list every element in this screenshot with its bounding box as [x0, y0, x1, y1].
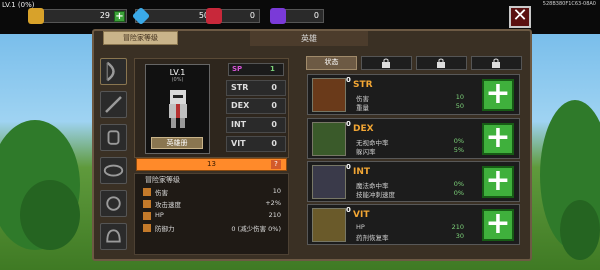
add-int-button[interactable]: +: [482, 166, 514, 198]
glove-icon: [107, 130, 120, 145]
stat-row-vit: VIT 0: [226, 136, 286, 152]
ring-icon: [106, 196, 121, 211]
str-torch-icon: [312, 78, 346, 112]
sp-value: 1: [270, 65, 275, 73]
add-gold-button[interactable]: +: [114, 11, 125, 22]
sidebar-sword-button[interactable]: [100, 91, 127, 118]
info-row-defense: 防御力 0 (减少伤害 0%): [143, 223, 283, 233]
stat-row-str: STR 0: [226, 80, 286, 96]
hero-book-button[interactable]: 英雄册: [151, 137, 203, 149]
hp-icon: [143, 212, 151, 220]
tab-hero[interactable]: 英雄: [250, 31, 368, 46]
helmet-icon: [106, 229, 121, 243]
attribute-name-int: INT: [353, 167, 371, 177]
bow-icon: [106, 61, 115, 82]
add-dex-button[interactable]: +: [482, 123, 514, 155]
stat-row-int: INT 0: [226, 117, 286, 133]
stat-row-dex: DEX 0: [226, 98, 286, 114]
adventure-progress-value: 13: [207, 160, 216, 168]
int-wizard-icon: [312, 165, 346, 199]
purple-gem-counter: 0: [270, 8, 324, 24]
sword-icon: [105, 96, 122, 113]
vit-golem-icon: [312, 208, 346, 242]
damage-icon: [143, 188, 151, 196]
info-row-attack-speed: 攻击速度 +2%: [143, 199, 283, 209]
sidebar-glove-button[interactable]: [100, 124, 127, 151]
info-title: 冒险家等级: [145, 176, 180, 184]
lock-icon: [492, 58, 500, 68]
attribute-name-dex: DEX: [353, 124, 374, 134]
sidebar-helmet-button[interactable]: [100, 223, 127, 250]
belt-icon: [103, 164, 124, 177]
purple-gem-icon: [270, 8, 286, 24]
red-gem-icon: [206, 8, 222, 24]
close-button[interactable]: ✕: [509, 6, 531, 28]
sidebar-ring-button[interactable]: [100, 190, 127, 217]
add-vit-button[interactable]: +: [482, 209, 514, 241]
info-row-damage: 伤害 10: [143, 187, 283, 197]
tab-status-label: 状态: [324, 58, 339, 66]
red-gem-counter: 0: [206, 8, 260, 24]
sp-label: SP: [232, 65, 243, 73]
gold-counter: 29 +: [28, 8, 127, 24]
hero-level: LV.1: [169, 68, 186, 77]
lock-icon: [437, 58, 445, 68]
tab-adventure-level[interactable]: 冒险家等级: [103, 31, 178, 45]
sidebar-belt-button[interactable]: [100, 157, 127, 184]
dex-goblin-icon: [312, 122, 346, 156]
lock-icon: [382, 58, 390, 68]
blue-gem-icon: [131, 6, 151, 26]
hero-level-percent: (0%): [171, 77, 184, 83]
knight-sprite: [169, 90, 187, 128]
attack-speed-icon: [143, 200, 151, 208]
attribute-name-str: STR: [353, 80, 373, 90]
defense-icon: [143, 224, 151, 232]
user-id: 528B380F1C63-08A0: [542, 1, 596, 7]
sidebar-bow-button[interactable]: [100, 58, 127, 85]
info-row-hp: HP 210: [143, 211, 283, 221]
help-button[interactable]: ?: [271, 160, 281, 169]
attribute-name-vit: VIT: [353, 210, 370, 220]
add-str-button[interactable]: +: [482, 79, 514, 111]
gold-coin-icon: [28, 8, 44, 24]
